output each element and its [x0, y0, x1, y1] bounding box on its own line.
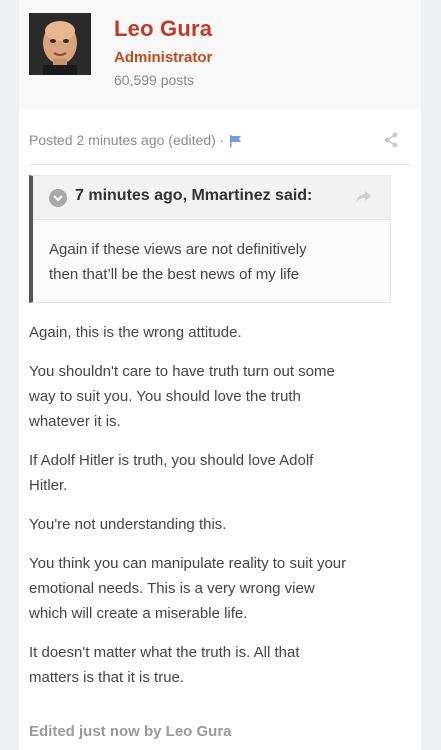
quote-line: Again if these views are not definitivel… [49, 241, 307, 258]
paragraph-line: You think you can manipulate reality to … [29, 555, 347, 572]
avatar-photo-icon [29, 13, 91, 75]
author-name[interactable]: Leo Gura [114, 16, 212, 42]
flag-icon[interactable] [229, 134, 243, 147]
paragraph-line: way to suit you. You should love the tru… [29, 388, 301, 405]
post-paragraph: Again, this is the wrong attitude. [29, 320, 404, 345]
paragraph-line: whatever it is. [29, 413, 121, 430]
post-container: Leo Gura Administrator 60,599 posts Post… [19, 0, 421, 750]
post-paragraph: You shouldn't care to have truth turn ou… [29, 359, 404, 434]
quote-header: 7 minutes ago, Mmartinez said: [33, 176, 391, 220]
quote-line: then that’ll be the best news of my life [49, 266, 300, 283]
paragraph-line: You shouldn't care to have truth turn ou… [29, 363, 335, 380]
quote-attribution: 7 minutes ago, Mmartinez said: [75, 187, 313, 204]
post-paragraph: You're not understanding this. [29, 512, 404, 537]
paragraph-line: which will create a miserable life. [29, 605, 248, 622]
author-block: Leo Gura Administrator 60,599 posts [19, 0, 421, 110]
share-icon[interactable] [383, 132, 399, 148]
post-content: Again, this is the wrong attitude. You s… [29, 320, 404, 704]
post-paragraph: You think you can manipulate reality to … [29, 551, 404, 626]
paragraph-line: Again, this is the wrong attitude. [29, 324, 242, 341]
paragraph-line: You're not understanding this. [29, 516, 227, 533]
divider [29, 164, 411, 165]
paragraph-line: emotional needs. This is a very wrong vi… [29, 580, 315, 597]
post-paragraph: It doesn't matter what the truth is. All… [29, 640, 404, 690]
paragraph-line: It doesn't matter what the truth is. All… [29, 644, 300, 661]
posted-time[interactable]: Posted 2 minutes ago (edited) · [29, 132, 224, 148]
author-post-count: 60,599 posts [114, 72, 195, 88]
author-role: Administrator [114, 49, 213, 66]
goto-quote-icon[interactable] [355, 189, 373, 205]
quote-body: Again if these views are not definitivel… [49, 237, 379, 287]
chevron-down-icon[interactable] [49, 189, 67, 207]
paragraph-line: Hitler. [29, 477, 68, 494]
post-meta: Posted 2 minutes ago (edited) · [29, 132, 243, 148]
edited-note: Edited just now by Leo Gura [29, 723, 232, 740]
author-avatar[interactable] [29, 13, 91, 75]
quote-block: 7 minutes ago, Mmartinez said: Again if … [29, 175, 391, 303]
post-paragraph: If Adolf Hitler is truth, you should lov… [29, 448, 404, 498]
paragraph-line: If Adolf Hitler is truth, you should lov… [29, 452, 314, 469]
paragraph-line: matters is that it is true. [29, 669, 185, 686]
